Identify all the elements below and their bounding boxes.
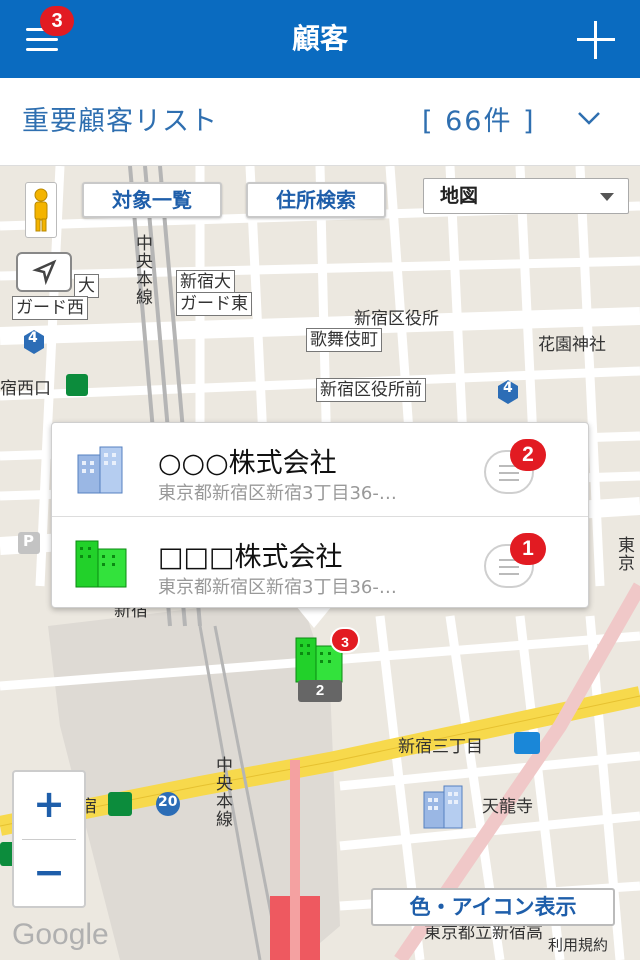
list-name: 重要顧客リスト (22, 106, 218, 137)
popup-item-customer-1[interactable]: ○○○株式会社 東京都新宿区新宿3丁目36-… 2 (52, 423, 588, 515)
list-menu-line (499, 479, 519, 481)
customer-address: 東京都新宿区新宿3丁目36-… (158, 483, 397, 504)
customer-name: □□□株式会社 (158, 542, 343, 573)
marker-count: 2 (298, 680, 342, 702)
google-logo: Google (12, 918, 109, 952)
map-label-hanazono: 花園神社 (538, 335, 606, 355)
popup-tail (296, 606, 332, 628)
marker-badge: 3 (330, 627, 360, 653)
pegman-icon (34, 188, 48, 232)
map-type-select[interactable]: 地図 (423, 178, 629, 214)
building-blue-icon[interactable] (420, 784, 466, 830)
map-label-higashi: 東京 (614, 536, 634, 572)
zoom-out-button[interactable]: − (14, 840, 84, 906)
map-label-guard-west-1: 大 (74, 274, 99, 298)
customer-popup: ○○○株式会社 東京都新宿区新宿3丁目36-… 2 □□□株式会社 東京都新宿区… (51, 422, 589, 608)
route-20-marker: 20 (158, 794, 178, 810)
map-type-value: 地図 (440, 185, 479, 207)
dropdown-triangle-icon (600, 193, 614, 201)
google-logo-text: Google (12, 918, 109, 951)
map-label-chuo-line: 中央本線 (132, 234, 152, 306)
map-label-kabukicho: 歌舞伎町 (306, 328, 382, 352)
map-label-nishiguchi: 宿西口 (0, 379, 51, 399)
list-menu-line (499, 566, 519, 568)
map-label-guard-west-2: ガード西 (12, 296, 88, 320)
map-label-tenryuji: 天龍寺 (482, 797, 533, 817)
route-4-marker-2: 4 (503, 380, 513, 396)
building-blue-icon (77, 446, 123, 494)
map-label-guard-east-1: 新宿大 (176, 270, 235, 294)
parking-icon: P (23, 532, 34, 550)
list-menu-line (499, 472, 519, 474)
list-count: [ 66件 ] (422, 106, 536, 137)
address-search-button[interactable]: 住所検索 (246, 182, 386, 218)
map-label-chuo-line-2: 中央本線 (212, 756, 232, 828)
chevron-down-icon (578, 112, 600, 125)
page-title: 顧客 (291, 22, 348, 55)
list-selector[interactable]: 重要顧客リスト [ 66件 ] (0, 78, 640, 166)
customer-badge: 2 (510, 439, 546, 471)
list-menu-line (499, 573, 519, 575)
zoom-control: + − (12, 770, 86, 908)
zoom-in-button[interactable]: + (14, 772, 84, 838)
route-4-marker: 4 (28, 330, 38, 346)
customer-name: ○○○株式会社 (158, 448, 337, 479)
terms-of-use-link[interactable]: 利用規約 (548, 934, 608, 955)
map-label-sanchome: 新宿三丁目 (398, 737, 483, 757)
target-list-button[interactable]: 対象一覧 (82, 182, 222, 218)
add-button[interactable] (574, 18, 618, 62)
street-view-button[interactable] (25, 182, 57, 238)
map-label-ward-office-mae: 新宿区役所前 (316, 378, 426, 402)
popup-item-customer-2[interactable]: □□□株式会社 東京都新宿区新宿3丁目36-… 1 (52, 516, 588, 608)
location-arrow-icon (32, 259, 57, 286)
customer-address: 東京都新宿区新宿3丁目36-… (158, 577, 397, 598)
app-header: 3 顧客 (0, 0, 640, 78)
map-label-ward-office: 新宿区役所 (354, 309, 439, 329)
map-label-guard-east-2: ガード東 (176, 292, 252, 316)
customer-badge: 1 (510, 533, 546, 565)
building-green-icon (75, 540, 127, 588)
my-location-button[interactable] (16, 252, 72, 292)
color-icon-display-button[interactable]: 色・アイコン表示 (371, 888, 615, 926)
